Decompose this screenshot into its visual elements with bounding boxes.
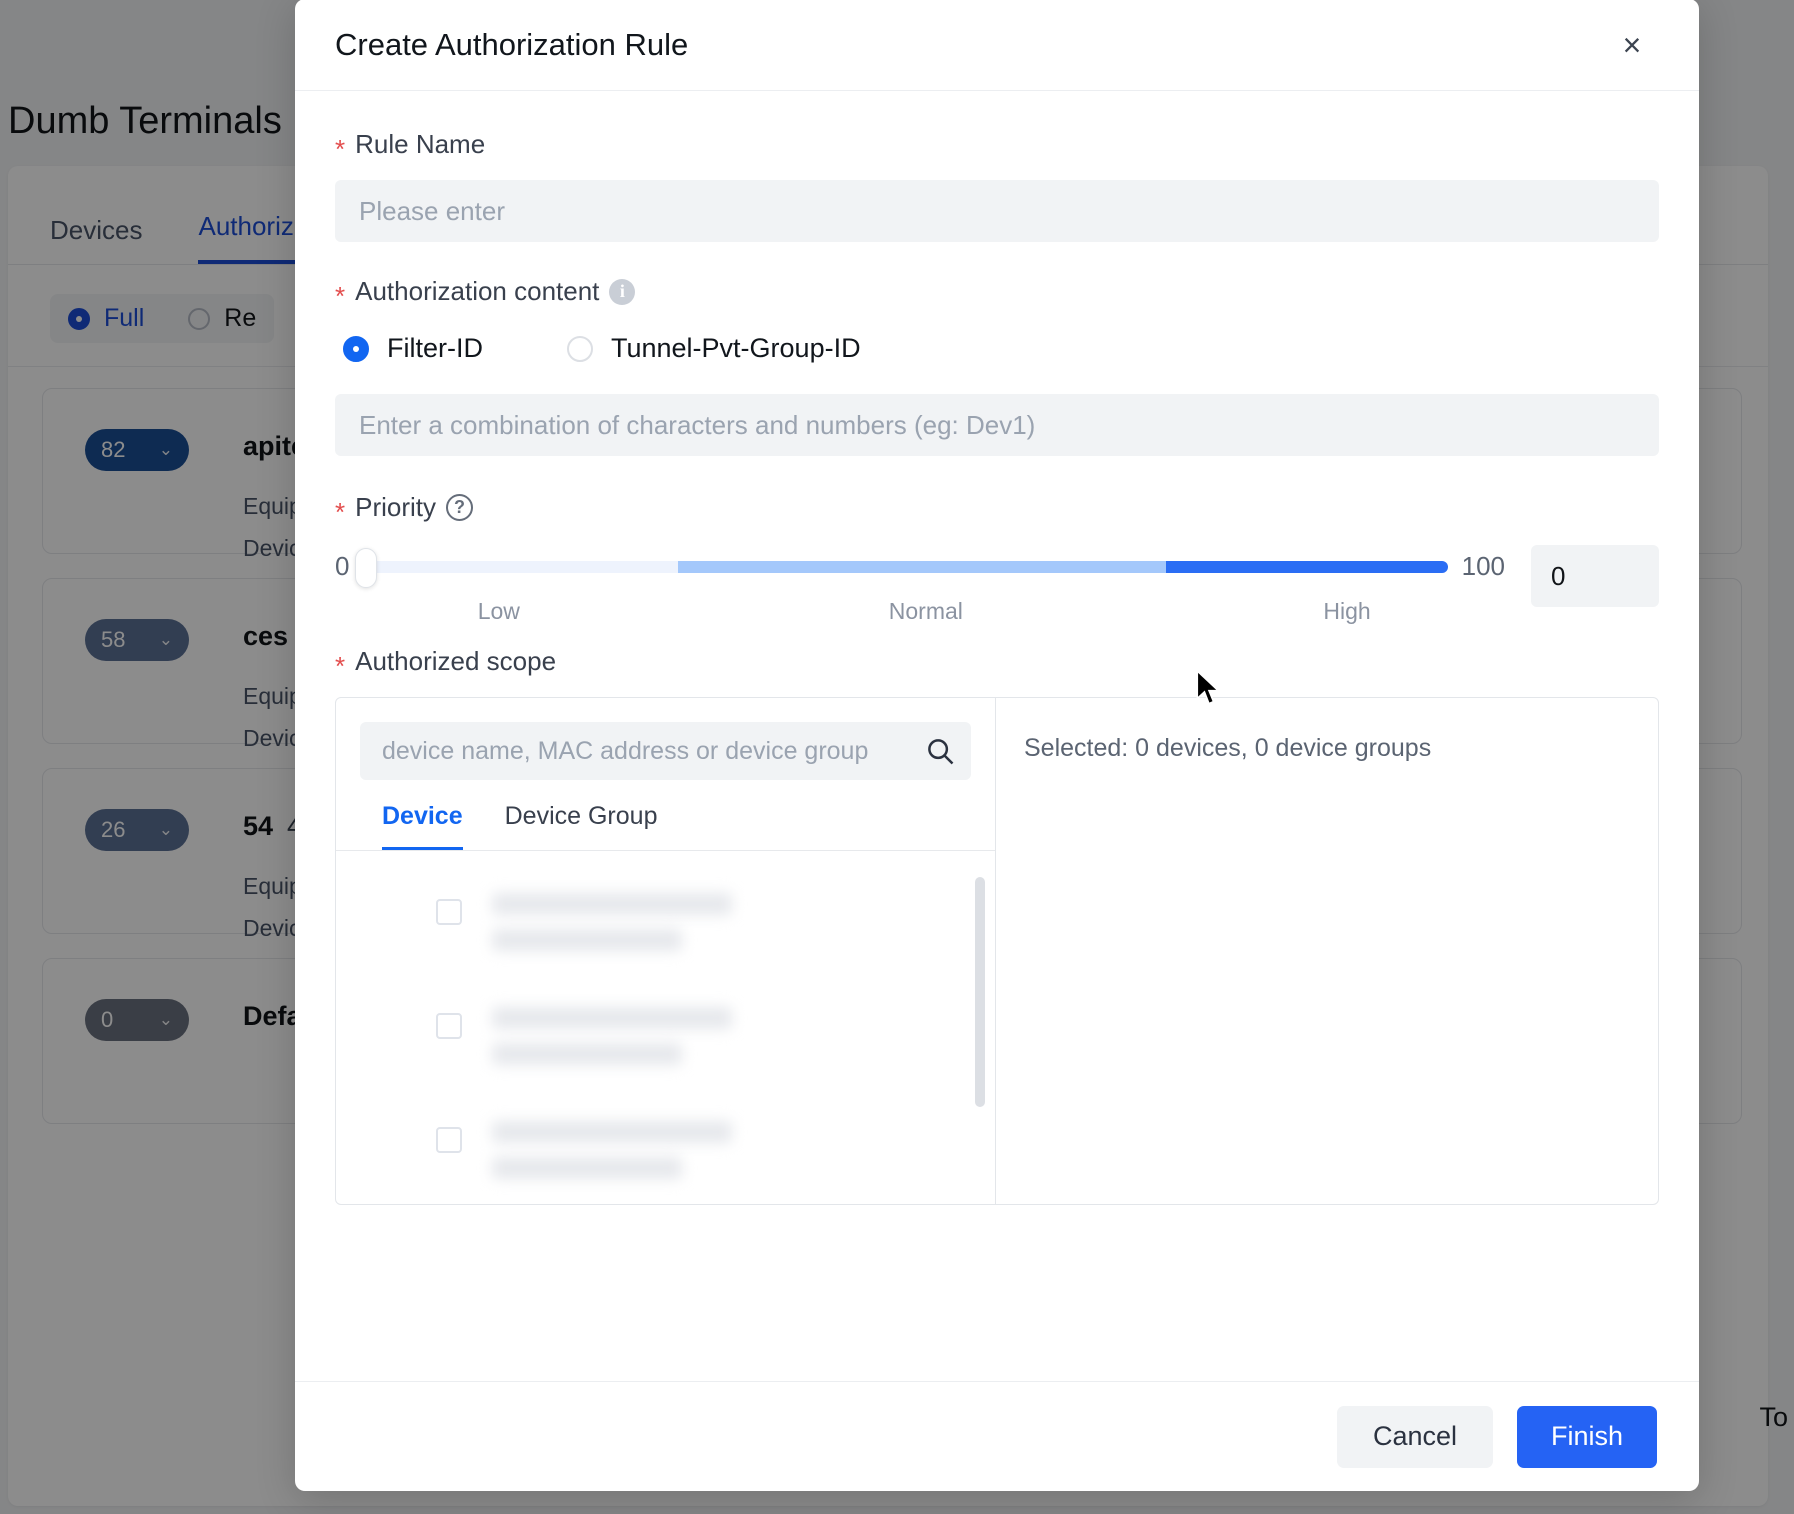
dialog-title: Create Authorization Rule <box>335 26 689 62</box>
priority-field: * Priority ? 0 100 Low Normal High 0 <box>335 492 1659 632</box>
rule-name-label-text: Rule Name <box>355 129 486 159</box>
required-asterisk: * <box>335 650 346 681</box>
authorized-scope-field: * Authorized scope device name, MAC addr… <box>335 646 1659 1205</box>
scope-selection-summary-panel: Selected: 0 devices, 0 device groups <box>996 698 1658 1204</box>
info-icon[interactable]: i <box>609 278 636 305</box>
checkbox-icon[interactable] <box>436 1127 462 1153</box>
priority-slider-area: 0 100 Low Normal High <box>335 543 1505 632</box>
device-list-scrollbar[interactable] <box>975 877 985 1107</box>
slider-tick-normal: Normal <box>888 598 963 624</box>
radio-selected-icon <box>343 335 369 362</box>
required-asterisk: * <box>335 280 346 311</box>
slider-tick-high: High <box>1323 598 1371 624</box>
required-asterisk: * <box>335 496 346 527</box>
authorization-content-field: * Authorization content i Filter-ID Tunn… <box>335 276 1659 456</box>
radio-option-label: Filter-ID <box>387 333 483 363</box>
priority-slider-track[interactable] <box>355 547 1448 588</box>
slider-max-label: 100 <box>1461 551 1505 581</box>
authorization-content-label-text: Authorization content <box>355 276 600 306</box>
slider-segment-high <box>1165 560 1448 573</box>
close-icon[interactable]: × <box>1613 26 1651 64</box>
checkbox-icon[interactable] <box>436 899 462 925</box>
authorized-scope-label: * Authorized scope <box>335 646 1659 681</box>
finish-button[interactable]: Finish <box>1517 1405 1657 1468</box>
search-input[interactable] <box>360 722 971 780</box>
dialog-body: * Rule Name * Authorization content i Fi… <box>295 91 1699 1381</box>
scope-tabs: Device Device Group <box>336 780 995 851</box>
slider-segment-normal <box>677 560 1166 573</box>
checkbox-icon[interactable] <box>436 1013 462 1039</box>
authorization-content-options: Filter-ID Tunnel-Pvt-Group-ID <box>343 333 1659 364</box>
priority-slider-row: 0 100 Low Normal High 0 <box>335 543 1659 632</box>
priority-label: * Priority ? <box>335 492 1659 527</box>
scope-picker: Device Device Group <box>336 698 996 1204</box>
radio-option-filter-id[interactable]: Filter-ID <box>343 333 483 364</box>
cancel-button[interactable]: Cancel <box>1337 1405 1493 1468</box>
authorized-scope-panel: Device Device Group <box>335 697 1659 1205</box>
priority-label-text: Priority <box>355 492 437 522</box>
selected-summary: Selected: 0 devices, 0 device groups <box>1024 734 1432 762</box>
radio-option-tunnel-pvt-group-id[interactable]: Tunnel-Pvt-Group-ID <box>567 333 861 364</box>
authorization-content-input[interactable] <box>335 394 1659 456</box>
dialog-footer: Cancel Finish <box>295 1381 1699 1491</box>
required-asterisk: * <box>335 133 346 164</box>
list-item[interactable] <box>336 991 995 1081</box>
list-item[interactable] <box>336 877 995 967</box>
rule-name-field: * Rule Name <box>335 129 1659 242</box>
radio-unselected-icon <box>567 335 593 362</box>
redacted-device-label <box>492 1007 732 1065</box>
priority-value-input[interactable]: 0 <box>1531 545 1659 607</box>
authorized-scope-label-text: Authorized scope <box>355 646 557 676</box>
slider-min-label: 0 <box>335 551 350 581</box>
create-authorization-rule-dialog: Create Authorization Rule × * Rule Name … <box>295 0 1699 1491</box>
redacted-device-label <box>492 893 732 951</box>
dialog-header: Create Authorization Rule × <box>295 0 1699 91</box>
device-list[interactable] <box>336 851 995 1204</box>
slider-segment-low <box>363 560 678 573</box>
priority-slider-line: 0 100 <box>335 547 1505 588</box>
rule-name-input[interactable] <box>335 180 1659 242</box>
redacted-device-label <box>492 1121 732 1179</box>
help-icon[interactable]: ? <box>446 494 474 521</box>
radio-option-label: Tunnel-Pvt-Group-ID <box>611 333 861 363</box>
scope-search-wrap <box>336 698 995 780</box>
rule-name-label: * Rule Name <box>335 129 1659 164</box>
tab-device-group[interactable]: Device Group <box>505 802 658 850</box>
slider-thumb[interactable] <box>355 547 378 588</box>
authorization-content-label: * Authorization content i <box>335 276 1659 311</box>
screen: Dumb Terminals Devices Authorization Ful… <box>0 0 1794 1514</box>
priority-slider-ticks: Low Normal High <box>335 598 1505 632</box>
list-item[interactable] <box>336 1105 995 1195</box>
search-icon[interactable] <box>925 736 955 766</box>
tab-device[interactable]: Device <box>382 802 463 850</box>
slider-tick-low: Low <box>477 598 520 624</box>
